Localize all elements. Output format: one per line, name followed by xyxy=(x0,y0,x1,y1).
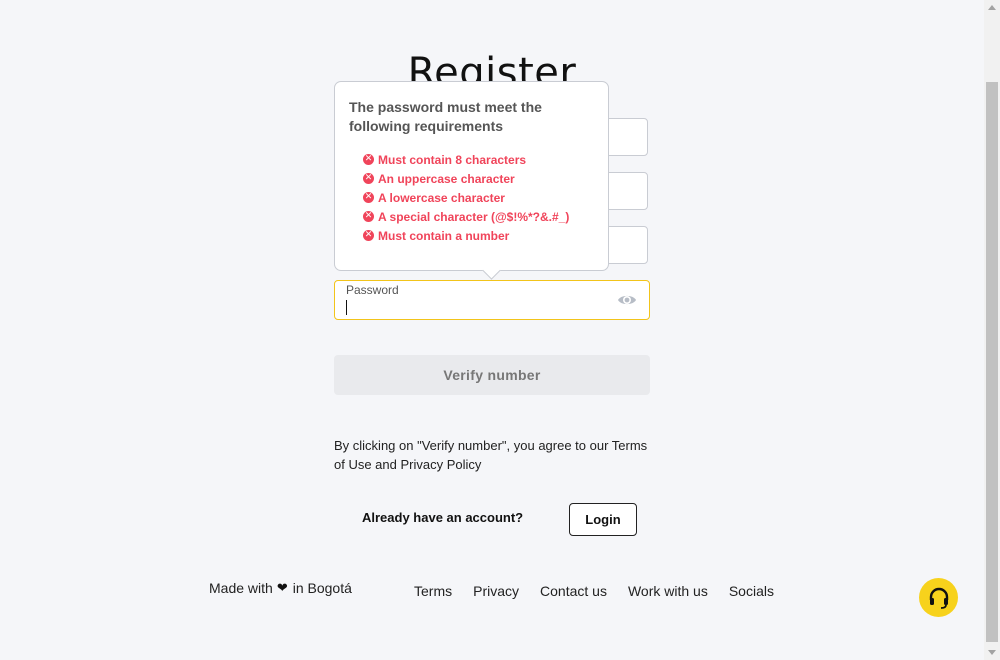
text-cursor xyxy=(346,300,347,315)
footer-link-work[interactable]: Work with us xyxy=(628,583,708,599)
requirements-list: ✕ Must contain 8 characters ✕ An upperca… xyxy=(363,150,569,245)
requirement-text: An uppercase character xyxy=(378,171,515,186)
scroll-up-arrow-icon[interactable] xyxy=(988,5,996,10)
x-circle-icon: ✕ xyxy=(363,192,374,203)
register-page: Register Password The password must meet… xyxy=(0,0,1000,660)
password-requirements-tooltip: The password must meet the following req… xyxy=(334,81,609,280)
footer-link-socials[interactable]: Socials xyxy=(729,583,774,599)
requirement-text: A lowercase character xyxy=(378,190,505,205)
verify-number-button[interactable]: Verify number xyxy=(334,355,650,395)
footer-link-privacy[interactable]: Privacy xyxy=(473,583,519,599)
password-label: Password xyxy=(346,283,399,297)
tooltip-arrow xyxy=(482,261,501,280)
vertical-scrollbar[interactable] xyxy=(984,0,1000,660)
headset-icon xyxy=(929,587,948,609)
account-prompt: Already have an account? xyxy=(362,510,524,525)
password-field[interactable]: Password xyxy=(334,280,650,320)
requirement-item: ✕ Must contain a number xyxy=(363,226,569,245)
made-with: Made with ❤ in Bogotá xyxy=(209,580,352,596)
login-button[interactable]: Login xyxy=(569,503,637,536)
x-circle-icon: ✕ xyxy=(363,230,374,241)
terms-notice: By clicking on "Verify number", you agre… xyxy=(334,438,648,472)
requirement-item: ✕ A lowercase character xyxy=(363,188,569,207)
scroll-thumb[interactable] xyxy=(986,82,998,642)
heart-icon: ❤ xyxy=(276,580,288,596)
x-circle-icon: ✕ xyxy=(363,173,374,184)
footer-link-terms[interactable]: Terms xyxy=(414,583,452,599)
x-circle-icon: ✕ xyxy=(363,154,374,165)
requirement-item: ✕ Must contain 8 characters xyxy=(363,150,569,169)
tooltip-heading: The password must meet the following req… xyxy=(349,99,542,134)
footer-links: Terms Privacy Contact us Work with us So… xyxy=(414,583,795,599)
scroll-down-arrow-icon[interactable] xyxy=(988,650,996,655)
made-with-suffix: in Bogotá xyxy=(292,580,352,596)
help-button[interactable] xyxy=(919,578,958,617)
requirement-text: A special character (@$!%*?&.#_) xyxy=(378,209,570,224)
requirement-item: ✕ An uppercase character xyxy=(363,169,569,188)
footer-link-contact[interactable]: Contact us xyxy=(540,583,607,599)
made-with-prefix: Made with xyxy=(209,580,273,596)
requirement-text: Must contain 8 characters xyxy=(378,152,527,167)
requirement-item: ✕ A special character (@$!%*?&.#_) xyxy=(363,207,569,226)
eye-icon[interactable] xyxy=(617,293,637,307)
requirement-text: Must contain a number xyxy=(378,228,510,243)
x-circle-icon: ✕ xyxy=(363,211,374,222)
